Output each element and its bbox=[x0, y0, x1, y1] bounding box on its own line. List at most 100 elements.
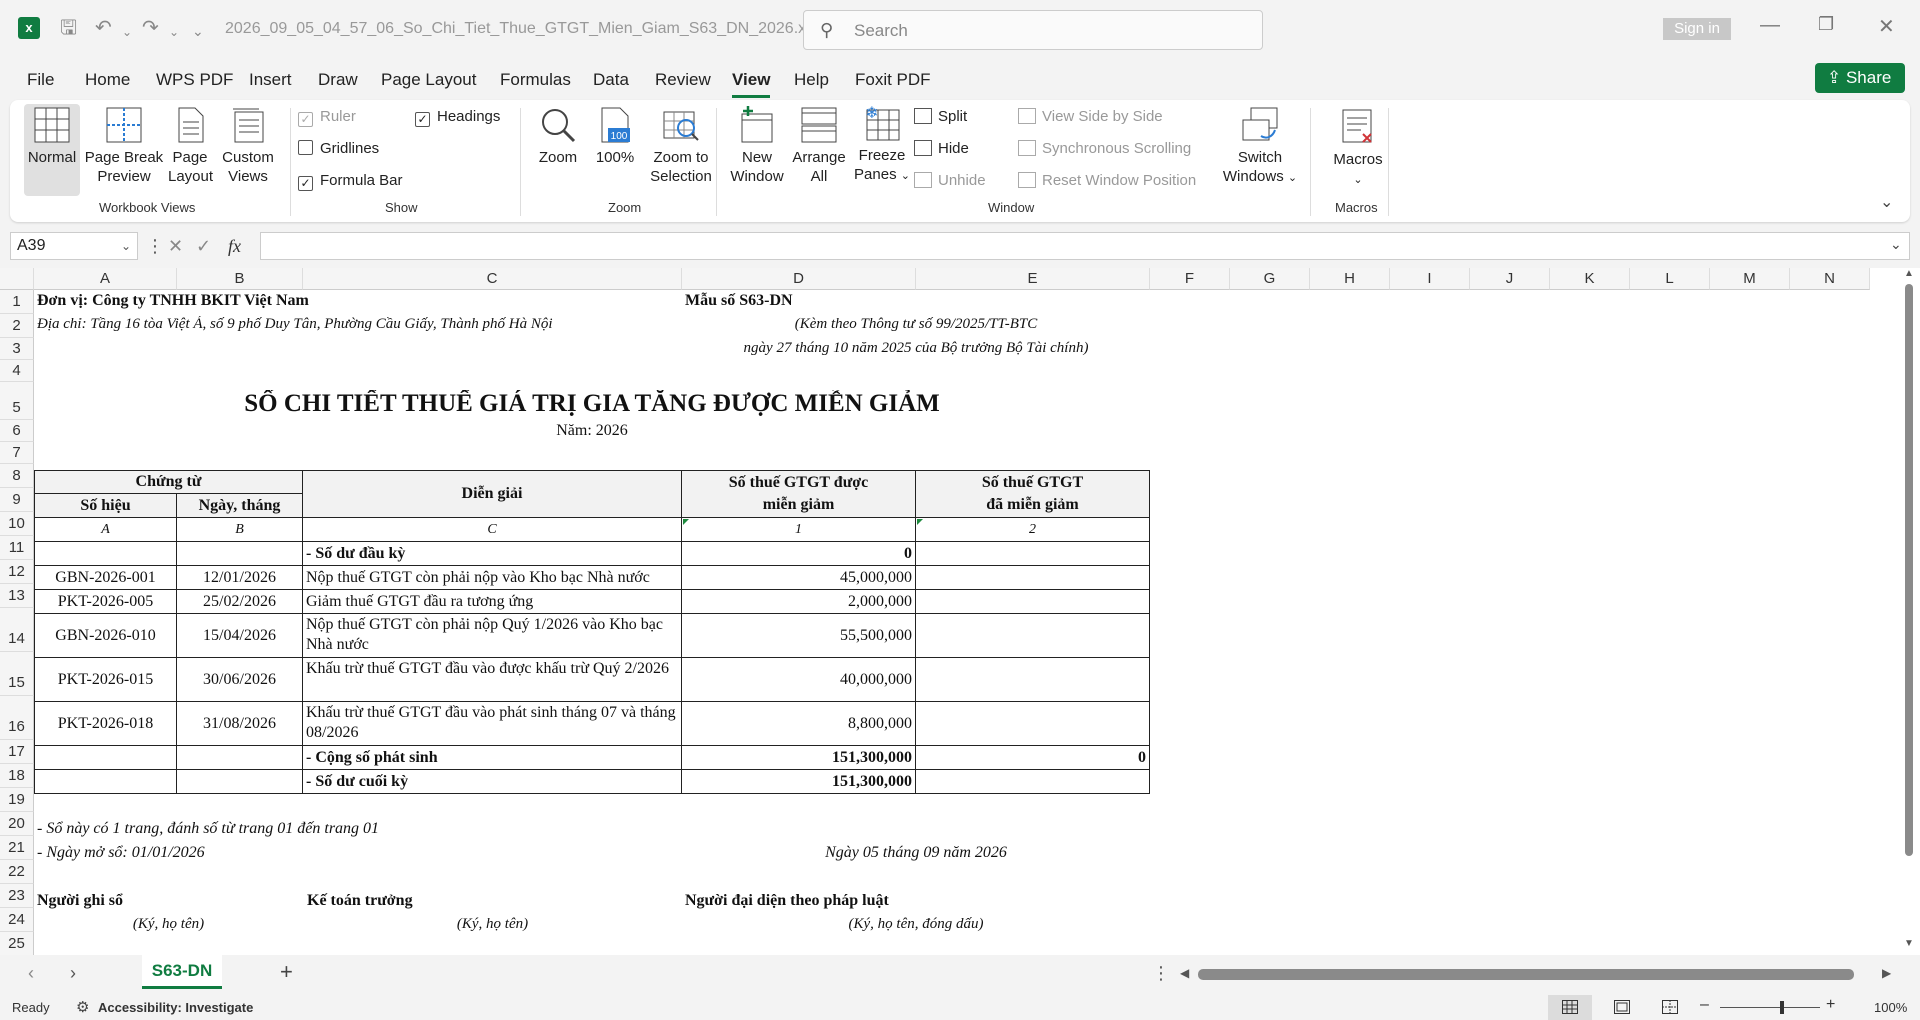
zoom-100-button[interactable]: 100 100% bbox=[590, 106, 640, 167]
tab-view[interactable]: View bbox=[732, 70, 771, 98]
view-side-by-side-button[interactable]: View Side by Side bbox=[1018, 108, 1163, 126]
tab-formulas[interactable]: Formulas bbox=[500, 70, 571, 90]
new-window-button[interactable]: New Window bbox=[726, 106, 788, 186]
zoom-to-selection-button[interactable]: Zoom to Selection bbox=[646, 106, 716, 186]
tab-home[interactable]: Home bbox=[85, 70, 130, 90]
freeze-panes-button[interactable]: ❄ Freeze Panes ⌄ bbox=[852, 104, 912, 186]
worksheet-grid[interactable]: A B C D E F G H I J K L M N 1 2 3 4 5 6 … bbox=[0, 268, 1920, 955]
page-layout-view-button[interactable]: Page Layout bbox=[168, 106, 213, 186]
normal-view-button[interactable]: Normal bbox=[24, 104, 80, 196]
cancel-icon[interactable]: ✕ bbox=[168, 236, 183, 257]
row-header[interactable]: 7 bbox=[0, 442, 34, 464]
zoom-button[interactable]: Zoom bbox=[532, 106, 584, 167]
macros-button[interactable]: Macros ⌄ bbox=[1322, 108, 1394, 190]
column-header-m[interactable]: M bbox=[1710, 268, 1790, 290]
scroll-right-icon[interactable]: ▶ bbox=[1882, 966, 1891, 980]
row-header[interactable]: 3 bbox=[0, 338, 34, 360]
expand-formula-bar-icon[interactable]: ⌄ bbox=[1890, 236, 1902, 253]
unhide-button[interactable]: Unhide bbox=[914, 172, 986, 190]
row-header[interactable]: 4 bbox=[0, 360, 34, 382]
tab-page-layout[interactable]: Page Layout bbox=[381, 70, 476, 90]
more-options-icon[interactable]: ⋮ bbox=[1152, 963, 1170, 984]
row-header[interactable]: 16 bbox=[0, 696, 34, 740]
column-header-k[interactable]: K bbox=[1550, 268, 1630, 290]
column-header-l[interactable]: L bbox=[1630, 268, 1710, 290]
tab-file[interactable]: File bbox=[27, 70, 54, 90]
collapse-ribbon-icon[interactable]: ⌄ bbox=[1880, 192, 1893, 212]
search-box[interactable]: ⚲ Search bbox=[803, 10, 1263, 50]
vertical-scrollbar[interactable]: ▲ ▼ bbox=[1900, 268, 1920, 955]
sheet-tab-s63-dn[interactable]: S63-DN bbox=[142, 955, 222, 989]
redo-dropdown-icon[interactable]: ⌄ bbox=[169, 20, 179, 44]
zoom-level[interactable]: 100% bbox=[1874, 1000, 1907, 1015]
horizontal-scrollbar-thumb[interactable] bbox=[1198, 969, 1854, 980]
column-header-c[interactable]: C bbox=[303, 268, 682, 290]
row-header[interactable]: 25 bbox=[0, 932, 34, 955]
scroll-up-icon[interactable]: ▲ bbox=[1904, 268, 1914, 279]
add-sheet-button[interactable]: + bbox=[280, 959, 293, 985]
select-all-corner[interactable] bbox=[0, 268, 34, 290]
chevron-down-icon[interactable]: ⌄ bbox=[121, 233, 131, 259]
formula-input[interactable] bbox=[260, 232, 1910, 260]
row-header[interactable]: 6 bbox=[0, 420, 34, 442]
formula-bar-checkbox[interactable]: ✓ Formula Bar bbox=[298, 172, 403, 191]
reset-window-position-button[interactable]: Reset Window Position bbox=[1018, 172, 1196, 190]
row-header[interactable]: 22 bbox=[0, 860, 34, 884]
synchronous-scrolling-button[interactable]: Synchronous Scrolling bbox=[1018, 140, 1191, 158]
switch-windows-button[interactable]: Switch Windows ⌄ bbox=[1222, 106, 1298, 188]
insert-function-icon[interactable]: fx bbox=[228, 236, 241, 257]
zoom-out-icon[interactable]: – bbox=[1700, 996, 1709, 1014]
row-header[interactable]: 1 bbox=[0, 290, 34, 314]
hide-button[interactable]: Hide bbox=[914, 140, 969, 158]
vertical-scrollbar-thumb[interactable] bbox=[1905, 284, 1913, 856]
restore-icon[interactable]: ❐ bbox=[1818, 14, 1834, 35]
zoom-slider[interactable] bbox=[1720, 1007, 1820, 1008]
column-header-e[interactable]: E bbox=[916, 268, 1150, 290]
row-header[interactable]: 21 bbox=[0, 836, 34, 860]
row-header[interactable]: 18 bbox=[0, 764, 34, 788]
share-button[interactable]: ⇪ Share ⌄ bbox=[1815, 63, 1905, 116]
column-header-g[interactable]: G bbox=[1230, 268, 1310, 290]
row-header[interactable]: 24 bbox=[0, 908, 34, 932]
tab-draw[interactable]: Draw bbox=[318, 70, 358, 90]
save-icon[interactable]: 🖫 bbox=[60, 16, 77, 40]
row-header[interactable]: 14 bbox=[0, 608, 34, 652]
row-header[interactable]: 15 bbox=[0, 652, 34, 696]
redo-icon[interactable]: ↷ bbox=[142, 16, 159, 40]
page-break-preview-button[interactable]: Page Break Preview bbox=[84, 106, 164, 186]
accessibility-status[interactable]: Accessibility: Investigate bbox=[98, 1000, 253, 1015]
row-header[interactable]: 20 bbox=[0, 812, 34, 836]
column-header-f[interactable]: F bbox=[1150, 268, 1230, 290]
scroll-down-icon[interactable]: ▼ bbox=[1904, 938, 1914, 949]
row-header[interactable]: 10 bbox=[0, 512, 34, 536]
name-box[interactable]: A39 ⌄ bbox=[10, 232, 138, 260]
column-header-a[interactable]: A bbox=[34, 268, 177, 290]
undo-icon[interactable]: ↶ bbox=[95, 16, 112, 40]
custom-views-button[interactable]: Custom Views bbox=[218, 106, 278, 186]
undo-dropdown-icon[interactable]: ⌄ bbox=[122, 20, 132, 44]
tab-wps-pdf[interactable]: WPS PDF bbox=[156, 70, 233, 90]
more-options-icon[interactable]: ⋮ bbox=[146, 236, 164, 257]
column-header-d[interactable]: D bbox=[682, 268, 916, 290]
next-sheet-icon[interactable]: › bbox=[70, 963, 76, 984]
gridlines-checkbox[interactable]: Gridlines bbox=[298, 140, 379, 158]
enter-icon[interactable]: ✓ bbox=[196, 236, 211, 257]
page-break-status-icon[interactable] bbox=[1662, 1000, 1678, 1014]
tab-help[interactable]: Help bbox=[794, 70, 829, 90]
row-header[interactable]: 8 bbox=[0, 464, 34, 488]
row-header[interactable]: 23 bbox=[0, 884, 34, 908]
tab-data[interactable]: Data bbox=[593, 70, 629, 90]
row-header[interactable]: 9 bbox=[0, 488, 34, 512]
row-header[interactable]: 12 bbox=[0, 560, 34, 584]
column-header-b[interactable]: B bbox=[177, 268, 303, 290]
column-header-n[interactable]: N bbox=[1790, 268, 1870, 290]
previous-sheet-icon[interactable]: ‹ bbox=[28, 963, 34, 984]
row-header[interactable]: 13 bbox=[0, 584, 34, 608]
tab-review[interactable]: Review bbox=[655, 70, 711, 90]
headings-checkbox[interactable]: ✓ Headings bbox=[415, 108, 500, 127]
row-header[interactable]: 19 bbox=[0, 788, 34, 812]
sign-in-button[interactable]: Sign in bbox=[1663, 18, 1731, 40]
customize-toolbar-icon[interactable]: ⌄ bbox=[192, 19, 204, 43]
row-header[interactable]: 17 bbox=[0, 740, 34, 764]
column-header-h[interactable]: H bbox=[1310, 268, 1390, 290]
